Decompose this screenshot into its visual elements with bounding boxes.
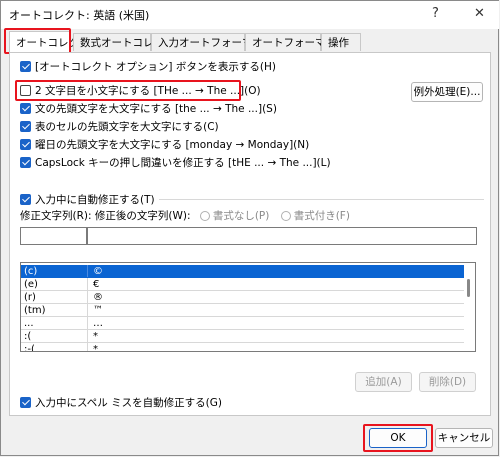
- list-item[interactable]: (e) €: [21, 278, 465, 291]
- tab-autoformat-as-you-type[interactable]: 入力オートフォーマット: [151, 33, 274, 51]
- entry-from: (c): [24, 266, 38, 277]
- close-icon[interactable]: ✕: [474, 6, 485, 21]
- with-input[interactable]: [87, 227, 477, 245]
- option-label: [オートコレクト オプション] ボタンを表示する(H): [35, 61, 276, 73]
- autocorrect-dialog: オートコレクト: 英語 (米国) ? ✕ オートコレクト 数式オートコレクト 入…: [0, 0, 499, 456]
- entry-to: …: [93, 318, 103, 329]
- autocorrect-list[interactable]: (c) © (e) € (r) ® (tm) ™ ... … :( * :-( *: [20, 262, 476, 352]
- entry-to: ™: [93, 305, 103, 316]
- replace-label-text: 修正文字列(R): 修正後の文字列(W):: [20, 210, 191, 222]
- option-highlight: [15, 80, 241, 101]
- radio-formatted-label: 書式付き(F): [293, 210, 350, 222]
- option-label: 入力中にスペル ミスを自動修正する(G): [35, 397, 222, 409]
- option-replace-as-you-type[interactable]: 入力中に自動修正する(T): [20, 192, 159, 208]
- entry-to: *: [93, 331, 98, 342]
- option-label: CapsLock キーの押し間違いを修正する [tHE ... → The ..…: [35, 157, 331, 169]
- option-caps-lock[interactable]: CapsLock キーの押し間違いを修正する [tHE ... → The ..…: [20, 155, 331, 171]
- tab-highlight: [4, 28, 71, 54]
- window-title: オートコレクト: 英語 (米国): [9, 9, 150, 22]
- checkbox-checked-icon[interactable]: [20, 139, 31, 150]
- checkbox-checked-icon[interactable]: [20, 61, 31, 72]
- tab-panel: [オートコレクト オプション] ボタンを表示する(H) 2 文字目を小文字にする…: [9, 52, 491, 416]
- entry-to: *: [93, 344, 98, 352]
- entry-from: :(: [24, 331, 32, 342]
- tab-math-autocorrect[interactable]: 数式オートコレクト: [73, 33, 175, 51]
- tab-actions[interactable]: 操作: [321, 33, 361, 51]
- tab-autoformat[interactable]: オートフォーマット: [245, 33, 347, 51]
- list-item[interactable]: :-( *: [21, 343, 465, 352]
- option-spell-correct[interactable]: 入力中にスペル ミスを自動修正する(G): [20, 395, 222, 411]
- checkbox-checked-icon[interactable]: [20, 121, 31, 132]
- replace-input[interactable]: [20, 227, 87, 245]
- entry-to: ®: [93, 292, 103, 303]
- list-item[interactable]: (c) ©: [21, 265, 465, 278]
- option-first-letter-sentences[interactable]: 文の先頭文字を大文字にする [the ... → The ...](S): [20, 101, 277, 117]
- option-show-buttons[interactable]: [オートコレクト オプション] ボタンを表示する(H): [20, 59, 276, 75]
- title-bar: オートコレクト: 英語 (米国) ? ✕: [1, 1, 499, 29]
- radio-formatted[interactable]: 書式付き(F): [280, 210, 350, 222]
- entry-from: ...: [24, 318, 34, 329]
- option-day-names[interactable]: 曜日の先頭文字を大文字にする [monday → Monday](N): [20, 137, 309, 153]
- entry-from: (tm): [24, 305, 46, 316]
- entry-to: €: [93, 279, 100, 290]
- entry-from: :-(: [24, 344, 35, 352]
- exceptions-button[interactable]: 例外処理(E)...: [411, 82, 483, 102]
- scrollbar-thumb[interactable]: [467, 279, 470, 297]
- delete-button[interactable]: 削除(D): [419, 372, 476, 392]
- ok-highlight: [363, 424, 433, 452]
- list-item[interactable]: :( *: [21, 330, 465, 343]
- help-icon[interactable]: ?: [432, 6, 439, 21]
- list-item[interactable]: ... …: [21, 317, 465, 330]
- option-label: 文の先頭文字を大文字にする [the ... → The ...](S): [35, 103, 277, 115]
- radio-icon[interactable]: [199, 211, 210, 221]
- option-first-letter-cells[interactable]: 表のセルの先頭文字を大文字にする(C): [20, 119, 219, 135]
- checkbox-checked-icon[interactable]: [20, 194, 31, 205]
- list-item[interactable]: (tm) ™: [21, 304, 465, 317]
- replace-field-label: 修正文字列(R): 修正後の文字列(W): 書式なし(P) 書式付き(F): [20, 208, 350, 224]
- radio-plain-label: 書式なし(P): [212, 210, 270, 222]
- cancel-button[interactable]: キャンセル: [435, 428, 493, 448]
- checkbox-checked-icon[interactable]: [20, 157, 31, 168]
- option-label: 表のセルの先頭文字を大文字にする(C): [35, 121, 219, 133]
- radio-plain[interactable]: 書式なし(P): [199, 210, 270, 222]
- radio-icon[interactable]: [280, 211, 291, 221]
- entry-from: (r): [24, 292, 36, 303]
- option-label: 曜日の先頭文字を大文字にする [monday → Monday](N): [35, 139, 310, 151]
- add-button[interactable]: 追加(A): [355, 372, 412, 392]
- list-scrollbar[interactable]: [464, 263, 475, 351]
- option-label: 入力中に自動修正する(T): [35, 194, 155, 206]
- checkbox-checked-icon[interactable]: [20, 103, 31, 114]
- entry-to: ©: [93, 266, 103, 277]
- checkbox-checked-icon[interactable]: [20, 397, 31, 408]
- list-item[interactable]: (r) ®: [21, 291, 465, 304]
- entry-from: (e): [24, 279, 38, 290]
